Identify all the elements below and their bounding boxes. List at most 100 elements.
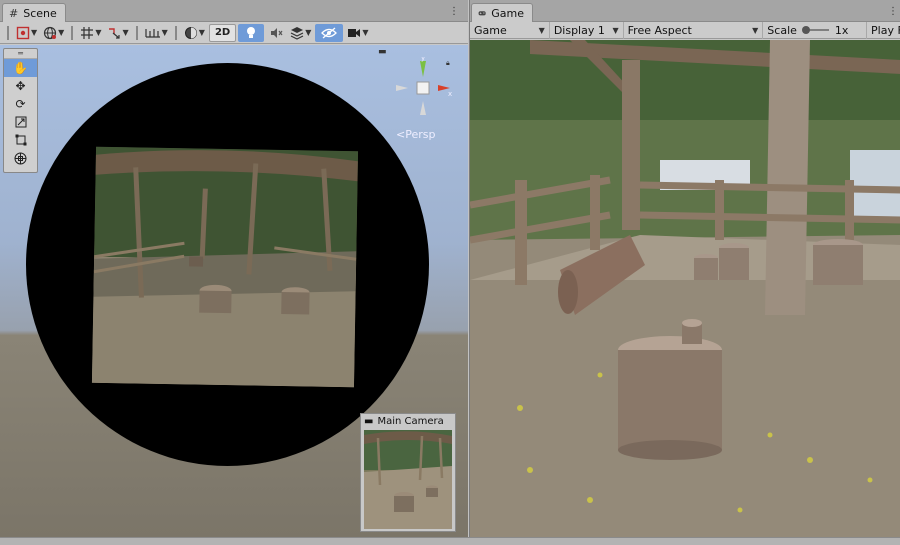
projection-toggle[interactable]: <Persp (396, 128, 435, 141)
transform-tool-button[interactable] (4, 149, 37, 167)
palette-grip[interactable]: ═ (4, 49, 37, 59)
scale-control: Scale 1x (763, 21, 868, 39)
chevron-left-icon: < (396, 128, 406, 141)
gamepad-icon (478, 11, 486, 16)
hash-grid-icon: # (9, 6, 19, 20)
chevron-down-icon: ▼ (198, 28, 205, 37)
move-tool-button[interactable]: ✥ (4, 77, 37, 95)
aspect-select[interactable]: Free Aspect ▼ (624, 21, 764, 39)
menu-icon: ▬ (364, 415, 374, 427)
grid-snap-button[interactable]: ▼ (78, 24, 103, 42)
chevron-down-icon: ▼ (752, 25, 759, 35)
viewport-options-icon[interactable]: ▬ (378, 47, 387, 57)
camera-preview-picture (364, 430, 452, 529)
view-select-value: Game (474, 23, 507, 37)
tab-scene[interactable]: # Scene (2, 3, 66, 22)
ruler-icon (145, 28, 160, 38)
grid-snap-icon (81, 26, 94, 39)
game-panel: Game ⋮ Game ▼ Display 1 ▼ Free Aspect ▼ … (469, 0, 900, 537)
tab-game[interactable]: Game (471, 3, 533, 22)
lighting-toggle-button[interactable] (238, 23, 265, 42)
globe-icon (44, 26, 57, 39)
chevron-down-icon: ▼ (161, 28, 168, 37)
chevron-down-icon: ▼ (95, 28, 102, 37)
scale-slider[interactable] (801, 25, 831, 35)
tool-palette: ═ ✋ ✥ ⟳ (3, 48, 38, 173)
status-bar (0, 537, 900, 545)
rect-tool-button[interactable] (4, 131, 37, 149)
scene-viewport[interactable]: ═ ✋ ✥ ⟳ ▬ 🔒︎ y x <Persp ▬ Main Camera (0, 45, 468, 537)
scale-tool-icon (15, 116, 26, 128)
chevron-down-icon: ▼ (305, 28, 312, 37)
toggle-2d-button[interactable]: 2D (208, 23, 237, 42)
hand-tool-icon: ✋ (13, 61, 28, 75)
tab-scene-label: Scene (23, 6, 57, 20)
more-options-icon[interactable]: ⋮ (449, 6, 459, 17)
sphere-shading-icon (184, 26, 197, 39)
game-toolbar: Game ▼ Display 1 ▼ Free Aspect ▼ Scale 1… (470, 21, 900, 39)
toolbar-divider (174, 25, 177, 40)
tab-game-label: Game (491, 6, 524, 20)
scale-label: Scale (767, 23, 797, 37)
orientation-gizmo[interactable]: y x (392, 57, 454, 119)
increment-snap-button[interactable]: ▼ (105, 24, 130, 42)
play-mode-select[interactable]: Play F (867, 22, 900, 39)
game-render-image (470, 40, 900, 537)
scene-panorama-image (91, 146, 359, 388)
vertex-snap-button[interactable]: ▼ (143, 24, 170, 42)
scene-visibility-button[interactable] (315, 23, 344, 42)
gizmo-center-cube[interactable] (416, 81, 430, 95)
chevron-down-icon: ▼ (31, 28, 38, 37)
audio-toggle-button[interactable] (266, 24, 286, 42)
game-view[interactable] (470, 40, 900, 537)
scale-value: 1x (834, 23, 849, 37)
projection-label: Persp (405, 128, 436, 141)
scene-panel: # Scene ⋮ ▼ ▼ ▼ ▼ ▼ ▼ 2D ▼ ▼ ═ ✋ ✥ ⟳ ▬ 🔒… (0, 0, 468, 537)
video-camera-icon (348, 28, 361, 37)
shading-mode-button[interactable]: ▼ (182, 24, 207, 42)
toolbar-divider (71, 25, 74, 40)
eye-crossed-icon (321, 27, 338, 38)
draw-mode-button[interactable]: ▼ (14, 24, 39, 42)
chevron-down-icon: ▼ (58, 28, 65, 37)
toolbar-grip (7, 25, 9, 40)
layers-stack-icon (290, 26, 304, 40)
play-mode-label: Play F (871, 23, 900, 37)
move-tool-icon: ✥ (15, 79, 26, 93)
rotate-tool-button[interactable]: ⟳ (4, 95, 37, 113)
chevron-down-icon: ▼ (612, 25, 619, 35)
scene-tabbar: # Scene ⋮ (0, 0, 468, 22)
speaker-muted-icon (271, 27, 283, 38)
gizmo-x-label: x (448, 90, 452, 98)
display-select-value: Display 1 (553, 23, 605, 37)
chevron-down-icon: ▼ (538, 25, 545, 35)
toolbar-divider (135, 25, 138, 40)
camera-preview-image (364, 430, 452, 529)
chevron-down-icon: ▼ (122, 28, 129, 37)
gizmo-neg-x-axis[interactable] (396, 85, 408, 91)
hand-tool-button[interactable]: ✋ (4, 59, 37, 77)
gizmo-y-axis[interactable] (420, 61, 426, 77)
scale-tool-button[interactable] (4, 113, 37, 131)
view-select[interactable]: Game ▼ (470, 21, 550, 39)
unity-editor: # Scene ⋮ ▼ ▼ ▼ ▼ ▼ ▼ 2D ▼ ▼ ═ ✋ ✥ ⟳ ▬ 🔒… (0, 0, 900, 545)
more-options-icon[interactable]: ⋮ (888, 6, 898, 17)
chevron-down-icon: ▼ (362, 28, 369, 37)
effects-button[interactable]: ▼ (288, 24, 313, 42)
transform-tool-icon (14, 152, 27, 164)
camera-preview-header[interactable]: ▬ Main Camera (361, 414, 455, 428)
gazebo-scene-image (91, 146, 359, 388)
game-tabbar: Game ⋮ (470, 0, 900, 22)
display-select[interactable]: Display 1 ▼ (550, 21, 624, 39)
gizmo-y-label: y (421, 57, 425, 62)
rotate-tool-icon: ⟳ (15, 97, 26, 111)
gizmo-neg-y-axis[interactable] (420, 101, 426, 115)
camera-settings-button[interactable]: ▼ (345, 24, 370, 42)
lightbulb-icon (247, 26, 256, 38)
rect-tool-icon (15, 134, 26, 146)
camera-preview-overlay: ▬ Main Camera (360, 413, 456, 532)
global-local-button[interactable]: ▼ (41, 24, 66, 42)
scene-toolbar: ▼ ▼ ▼ ▼ ▼ ▼ 2D ▼ ▼ (0, 22, 468, 44)
shaded-mode-icon (16, 26, 30, 39)
snap-increment-icon (109, 27, 121, 39)
